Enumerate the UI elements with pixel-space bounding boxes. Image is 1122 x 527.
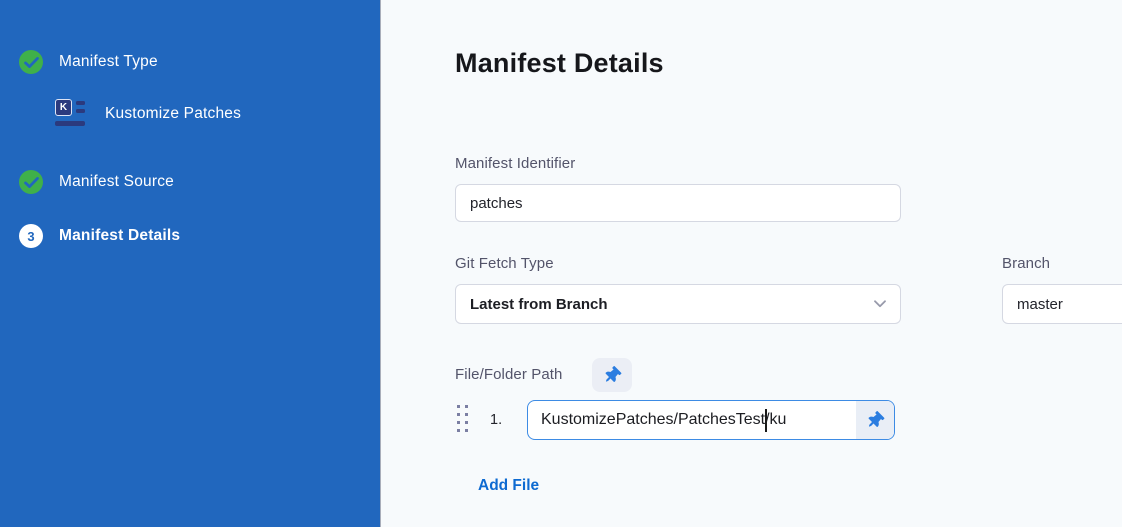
manifest-details-panel: Manifest Details Manifest Identifier Git… bbox=[382, 0, 1122, 527]
file-folder-path-label: File/Folder Path bbox=[455, 366, 562, 383]
path-row-index: 1. bbox=[490, 412, 502, 428]
step-complete-check-icon bbox=[19, 50, 43, 74]
git-fetch-type-value: Latest from Branch bbox=[470, 296, 608, 313]
step-label: Manifest Type bbox=[59, 53, 158, 71]
add-file-button[interactable]: Add File bbox=[478, 477, 539, 495]
path-pin-button[interactable] bbox=[856, 401, 894, 439]
kustomize-icon: k bbox=[55, 99, 89, 129]
page-title: Manifest Details bbox=[455, 48, 664, 79]
wizard-sidebar: Manifest Type k Kustomize Patches Manife… bbox=[0, 0, 381, 527]
sidebar-step-manifest-details[interactable]: 3 Manifest Details bbox=[19, 224, 180, 248]
step-label: Kustomize Patches bbox=[105, 105, 241, 123]
sidebar-substep-kustomize-patches[interactable]: k Kustomize Patches bbox=[55, 102, 241, 126]
manifest-identifier-input[interactable] bbox=[455, 184, 901, 222]
file-path-row bbox=[527, 400, 895, 440]
step-label: Manifest Source bbox=[59, 173, 174, 191]
drag-handle[interactable] bbox=[457, 405, 468, 432]
chevron-down-icon bbox=[874, 300, 886, 308]
text-caret bbox=[765, 409, 767, 432]
step-number-badge: 3 bbox=[19, 224, 43, 248]
step-label: Manifest Details bbox=[59, 227, 180, 245]
git-fetch-type-select[interactable]: Latest from Branch bbox=[455, 284, 901, 324]
runtime-pin-button[interactable] bbox=[592, 358, 632, 392]
manifest-identifier-label: Manifest Identifier bbox=[455, 155, 575, 172]
pin-icon bbox=[864, 409, 886, 431]
sidebar-step-manifest-type[interactable]: Manifest Type bbox=[19, 50, 158, 74]
sidebar-step-manifest-source[interactable]: Manifest Source bbox=[19, 170, 174, 194]
step-complete-check-icon bbox=[19, 170, 43, 194]
pin-icon bbox=[601, 364, 623, 386]
branch-input[interactable] bbox=[1002, 284, 1122, 324]
file-path-input[interactable] bbox=[528, 401, 856, 439]
git-fetch-type-label: Git Fetch Type bbox=[455, 255, 554, 272]
branch-label: Branch bbox=[1002, 255, 1050, 272]
